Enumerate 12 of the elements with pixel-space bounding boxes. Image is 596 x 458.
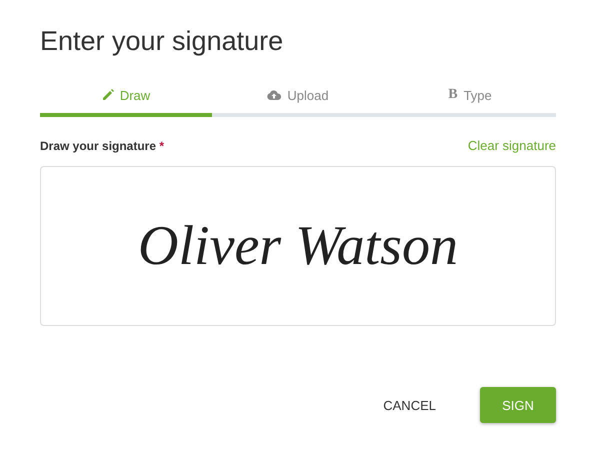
- signature-pad[interactable]: Oliver Watson: [40, 166, 556, 326]
- clear-signature-link[interactable]: Clear signature: [468, 138, 556, 153]
- tab[interactable]: B Type: [384, 83, 556, 117]
- dialog-title: Enter your signature: [40, 26, 284, 57]
- cloud-upload-icon: [267, 90, 282, 100]
- tab[interactable]: Upload: [212, 83, 384, 117]
- tab[interactable]: Draw: [40, 83, 212, 117]
- pencil-icon: [102, 89, 114, 101]
- signature-text: Oliver Watson: [138, 214, 458, 278]
- field-label: Draw your signature *: [40, 138, 164, 152]
- cancel-button[interactable]: CANCEL: [367, 387, 452, 423]
- sign-button[interactable]: SIGN: [480, 387, 556, 423]
